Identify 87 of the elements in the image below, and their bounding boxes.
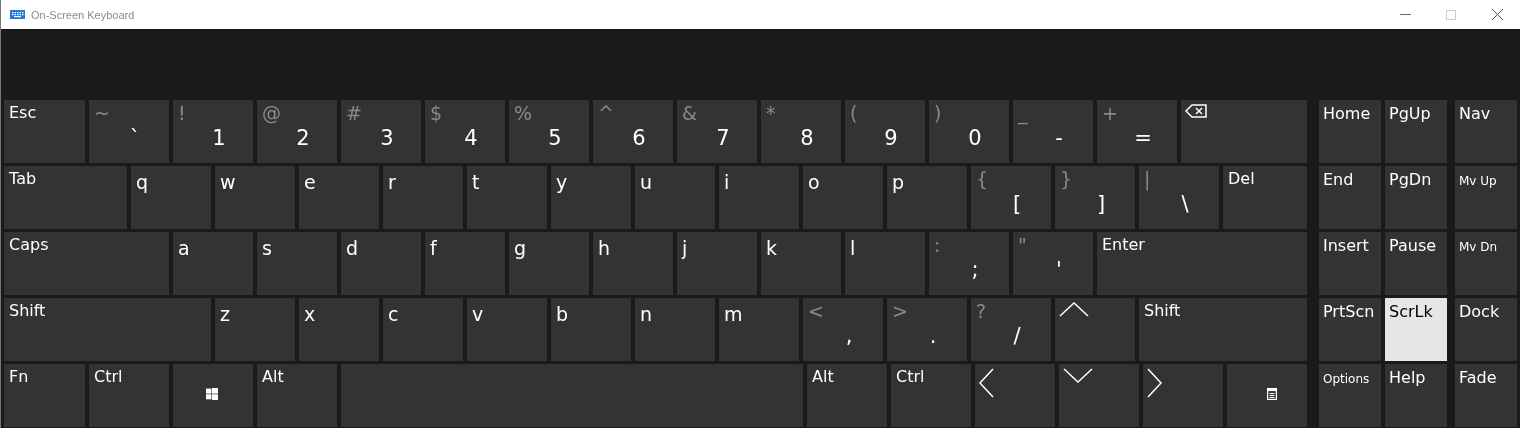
keyboard-key[interactable]: Alt [257, 364, 337, 427]
keyboard-key[interactable]: PgUp [1385, 100, 1447, 163]
keyboard-key[interactable]: a [173, 232, 253, 295]
keyboard-key[interactable]: r [383, 166, 463, 229]
keyboard-key[interactable]: Alt [807, 364, 887, 427]
keyboard-key[interactable]: Help [1385, 364, 1447, 427]
keyboard-key[interactable]: n [635, 298, 715, 361]
keyboard-key[interactable]: $ 4 [425, 100, 505, 163]
keyboard-key[interactable]: h [593, 232, 673, 295]
keyboard-key[interactable]: Shift [1139, 298, 1307, 361]
keyboard-key[interactable]: End [1319, 166, 1381, 229]
keyboard-key[interactable]: ~ ` [89, 100, 169, 163]
keyboard-key[interactable]: PgDn [1385, 166, 1447, 229]
keyboard-key[interactable]: u [635, 166, 715, 229]
keyboard-key[interactable]: Options [1319, 364, 1381, 427]
window-title: On-Screen Keyboard [31, 8, 135, 21]
keyboard-key[interactable]: m [719, 298, 799, 361]
maximize-icon [1446, 9, 1456, 20]
keyboard-icon [10, 10, 25, 19]
keyboard-key[interactable]: ! 1 [173, 100, 253, 163]
keyboard-key[interactable]: : ; [929, 232, 1009, 295]
keyboard-key[interactable]: Home [1319, 100, 1381, 163]
keyboard-key[interactable]: i [719, 166, 799, 229]
keyboard-key[interactable]: " ' [1013, 232, 1093, 295]
keyboard-key[interactable]: & 7 [677, 100, 757, 163]
keyboard-key[interactable]: o [803, 166, 883, 229]
keyboard-key[interactable]: c [383, 298, 463, 361]
keyboard-key[interactable]: % 5 [509, 100, 589, 163]
keyboard-key[interactable]: Insert [1319, 232, 1381, 295]
keyboard-key[interactable]: ( 9 [845, 100, 925, 163]
minimize-icon [1399, 14, 1411, 15]
keyboard-key[interactable]: e [299, 166, 379, 229]
keyboard-key[interactable]: w [215, 166, 295, 229]
keyboard-key[interactable]: @ 2 [257, 100, 337, 163]
keyboard-key[interactable]: # 3 [341, 100, 421, 163]
keyboard-key[interactable]: Mv Up [1455, 166, 1517, 229]
keyboard-key[interactable]: j [677, 232, 757, 295]
keyboard-key[interactable]: PrtScn [1319, 298, 1381, 361]
keyboard-key[interactable]: Esc [4, 100, 85, 163]
keyboard-key[interactable]: > . [887, 298, 967, 361]
keyboard-key[interactable]: { [ [971, 166, 1051, 229]
chevron-left-icon [979, 368, 994, 398]
keyboard-key[interactable]: g [509, 232, 589, 295]
keyboard-key[interactable]: + = [1097, 100, 1177, 163]
list-icon [1267, 388, 1277, 400]
chevron-up-icon [1059, 302, 1089, 317]
keyboard-key[interactable]: Tab [4, 166, 127, 229]
keyboard-key[interactable]: Fade [1455, 364, 1517, 427]
keyboard-key[interactable]: Fn [4, 364, 85, 427]
keyboard-key[interactable]: | \ [1139, 166, 1219, 229]
keyboard-key[interactable]: y [551, 166, 631, 229]
keyboard-key[interactable]: Caps [4, 232, 169, 295]
keyboard-key[interactable]: Pause [1385, 232, 1447, 295]
keyboard-key[interactable]: * 8 [761, 100, 841, 163]
keyboard-key[interactable]: Dock [1455, 298, 1517, 361]
keyboard-key[interactable]: x [299, 298, 379, 361]
chevron-right-icon [1147, 368, 1162, 398]
keyboard-key[interactable]: l [845, 232, 925, 295]
keyboard-key[interactable]: _ - [1013, 100, 1093, 163]
keyboard-key[interactable]: p [887, 166, 967, 229]
keyboard-key[interactable]: v [467, 298, 547, 361]
keyboard-key[interactable]: Ctrl [89, 364, 169, 427]
keyboard-key[interactable]: ^ 6 [593, 100, 673, 163]
keyboard-key[interactable]: z [215, 298, 295, 361]
keyboard-key[interactable] [173, 364, 253, 427]
keyboard-key[interactable]: ? / [971, 298, 1051, 361]
keyboard-key[interactable]: ScrLk [1385, 298, 1447, 361]
keyboard-key[interactable]: q [131, 166, 211, 229]
keyboard-key[interactable]: ) 0 [929, 100, 1009, 163]
keyboard-key[interactable]: Ctrl [891, 364, 971, 427]
keyboard-key[interactable]: Del [1223, 166, 1307, 229]
windows-logo-icon [206, 388, 218, 400]
keyboard-key[interactable]: s [257, 232, 337, 295]
keyboard-key[interactable]: d [341, 232, 421, 295]
close-icon [1491, 9, 1503, 20]
keyboard-key[interactable]: } ] [1055, 166, 1135, 229]
keyboard-key[interactable]: f [425, 232, 505, 295]
keyboard-key[interactable]: t [467, 166, 547, 229]
backspace-icon [1185, 104, 1207, 118]
keyboard-key[interactable]: Shift [4, 298, 211, 361]
chevron-down-icon [1063, 368, 1093, 383]
keyboard-key[interactable]: Mv Dn [1455, 232, 1517, 295]
keyboard-key[interactable]: k [761, 232, 841, 295]
keyboard-key[interactable]: < , [803, 298, 883, 361]
keyboard-key[interactable]: b [551, 298, 631, 361]
keyboard-key[interactable]: Nav [1455, 100, 1517, 163]
keyboard-key[interactable]: Enter [1097, 232, 1307, 295]
